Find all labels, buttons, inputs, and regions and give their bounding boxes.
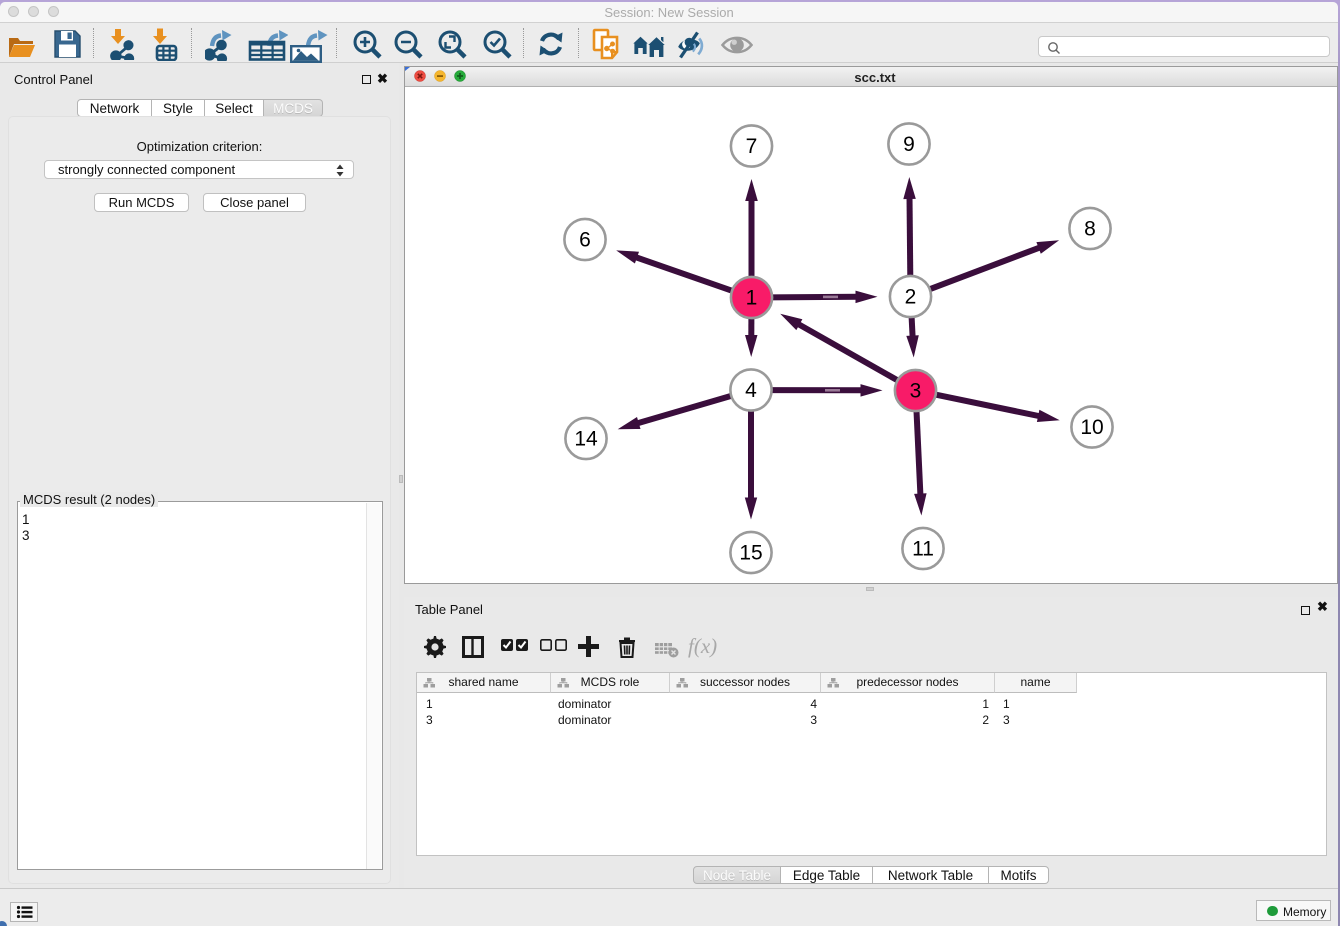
svg-text:4: 4 <box>745 379 757 402</box>
svg-text:10: 10 <box>1080 416 1103 439</box>
svg-text:7: 7 <box>746 135 758 158</box>
svg-text:9: 9 <box>903 133 915 156</box>
svg-text:3: 3 <box>910 380 922 403</box>
svg-text:1: 1 <box>746 287 758 310</box>
svg-text:15: 15 <box>739 542 762 565</box>
svg-text:6: 6 <box>579 229 591 252</box>
svg-text:11: 11 <box>912 538 934 561</box>
svg-text:14: 14 <box>574 428 598 451</box>
svg-text:2: 2 <box>905 286 917 309</box>
svg-text:8: 8 <box>1084 218 1096 241</box>
